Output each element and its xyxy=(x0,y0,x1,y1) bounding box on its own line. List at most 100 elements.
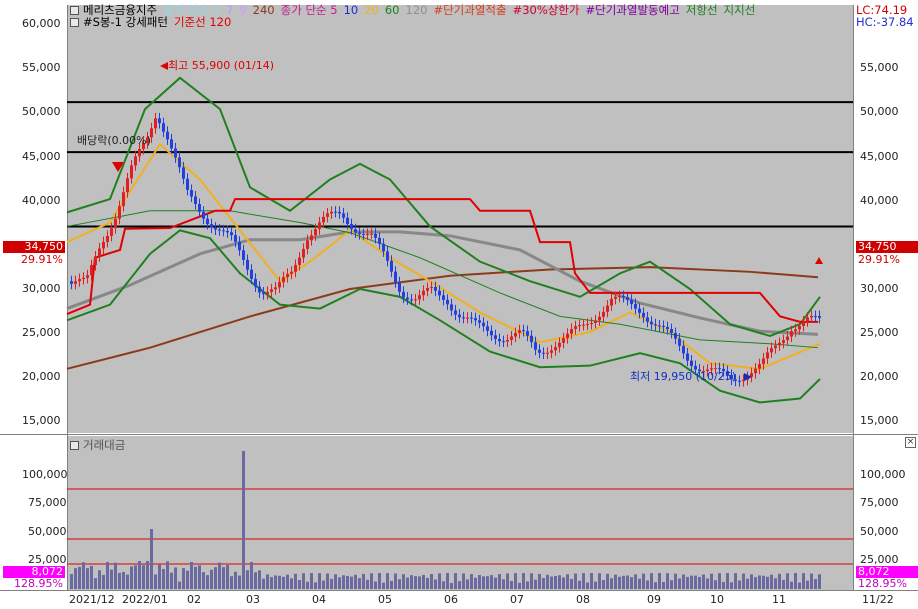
volume-bar xyxy=(738,580,741,589)
volume-bar xyxy=(438,573,441,589)
candle-body xyxy=(98,248,101,257)
volume-bar xyxy=(250,561,253,589)
candle-body xyxy=(378,237,381,244)
price-tick-30000: 30,000 xyxy=(22,282,61,295)
volume-bar xyxy=(462,573,465,589)
legend-item[interactable]: #30%상한가 xyxy=(513,3,580,17)
volume-bar xyxy=(186,570,189,589)
volume-bar xyxy=(198,565,201,589)
legend-item[interactable]: 10 xyxy=(344,3,359,17)
legend-item[interactable]: 지지선 xyxy=(724,3,756,17)
legend-item[interactable]: 120 xyxy=(406,3,428,17)
candle-body xyxy=(626,297,629,300)
candle-body xyxy=(322,216,325,223)
legend-item[interactable]: 저항선 xyxy=(686,3,718,17)
candle-body xyxy=(342,213,345,218)
volume-bar xyxy=(798,582,801,589)
volume-bar xyxy=(190,562,193,589)
volume-bar xyxy=(522,573,525,589)
volume-bar xyxy=(342,575,345,589)
volume-pct-right: 128.95% xyxy=(858,577,907,590)
candle-body xyxy=(402,291,405,298)
volume-bar xyxy=(166,561,169,589)
candle-body xyxy=(770,348,773,353)
price-tick-25000: 25,000 xyxy=(22,326,61,339)
volume-toggle-icon[interactable] xyxy=(70,441,79,450)
candle-body xyxy=(238,241,241,251)
candle-body xyxy=(418,295,421,300)
volume-bar xyxy=(530,573,533,589)
candle-body xyxy=(582,324,585,326)
volume-bar xyxy=(90,565,93,589)
volume-bar xyxy=(658,573,661,589)
legend-item[interactable]: #단기과열적출 xyxy=(433,3,506,17)
legend-toggle-icon[interactable] xyxy=(70,6,79,15)
legend-item[interactable]: 60 xyxy=(385,3,400,17)
candle-body xyxy=(190,189,193,197)
volume-bar xyxy=(570,578,573,589)
volume-bar xyxy=(142,565,145,589)
indicator-legend-line2[interactable]: #S봉-1 강세패턴 기준선 120 xyxy=(70,15,237,29)
candle-body xyxy=(518,330,521,333)
volume-bar xyxy=(338,577,341,589)
volume-bar xyxy=(818,574,821,589)
candle-body xyxy=(390,260,393,272)
candle-body xyxy=(74,281,77,284)
volume-bar xyxy=(398,579,401,589)
volume-bar xyxy=(722,581,725,589)
volume-bar xyxy=(686,576,689,589)
candle-body xyxy=(246,259,249,270)
candle-body xyxy=(598,316,601,321)
legend-item[interactable]: 240 xyxy=(253,3,275,17)
legend-item[interactable]: #단기과열발동예고 xyxy=(586,3,680,17)
volume-bar xyxy=(758,575,761,589)
candle-body xyxy=(406,297,409,300)
candle-body xyxy=(690,360,693,366)
high-annotation: 최고 55,900 (01/14) xyxy=(168,59,275,72)
candle-body xyxy=(282,277,285,283)
volume-bar xyxy=(706,578,709,589)
volume-bar xyxy=(214,567,217,589)
volume-bar xyxy=(410,575,413,589)
legend-item[interactable]: 20 xyxy=(364,3,379,17)
legend-item[interactable]: 9 xyxy=(239,3,246,17)
candle-body xyxy=(738,380,741,382)
legend-item[interactable]: #S봉-1 강세패턴 xyxy=(83,15,168,29)
candle-body xyxy=(758,364,761,369)
candle-body xyxy=(790,331,793,337)
volume-bar xyxy=(606,573,609,589)
date-label-05: 05 xyxy=(378,593,392,606)
volume-bar xyxy=(434,579,437,589)
volume-bar xyxy=(490,575,493,589)
volume-bar xyxy=(678,578,681,589)
legend-toggle-icon[interactable] xyxy=(70,18,79,27)
volume-bar xyxy=(174,567,177,589)
volume-bar xyxy=(314,582,317,589)
candle-body xyxy=(330,211,333,214)
candle-body xyxy=(610,298,613,306)
candle-body xyxy=(82,277,85,280)
pane-close-icon[interactable]: × xyxy=(905,437,916,448)
volume-bar xyxy=(598,573,601,589)
candle-body xyxy=(538,349,541,353)
volume-bar xyxy=(674,573,677,589)
legend-item[interactable]: 종가 단순 5 xyxy=(281,3,338,17)
volume-bar xyxy=(646,580,649,589)
candle-body xyxy=(514,332,517,337)
candle-body xyxy=(558,342,561,348)
volume-bar xyxy=(286,574,289,589)
volume-bar xyxy=(690,575,693,589)
volume-bar xyxy=(222,567,225,589)
volume-bar xyxy=(238,575,241,589)
volume-bar xyxy=(742,573,745,589)
volume-bar xyxy=(414,576,417,589)
candle-body xyxy=(474,318,477,321)
volume-bar xyxy=(194,566,197,589)
candle-body xyxy=(366,233,369,235)
candle-body xyxy=(178,157,181,168)
candle-body xyxy=(130,165,133,179)
legend-item[interactable]: 기준선 120 xyxy=(174,15,231,29)
volume-bar xyxy=(114,562,117,589)
volume-bar xyxy=(558,575,561,589)
candle-body xyxy=(674,332,677,339)
